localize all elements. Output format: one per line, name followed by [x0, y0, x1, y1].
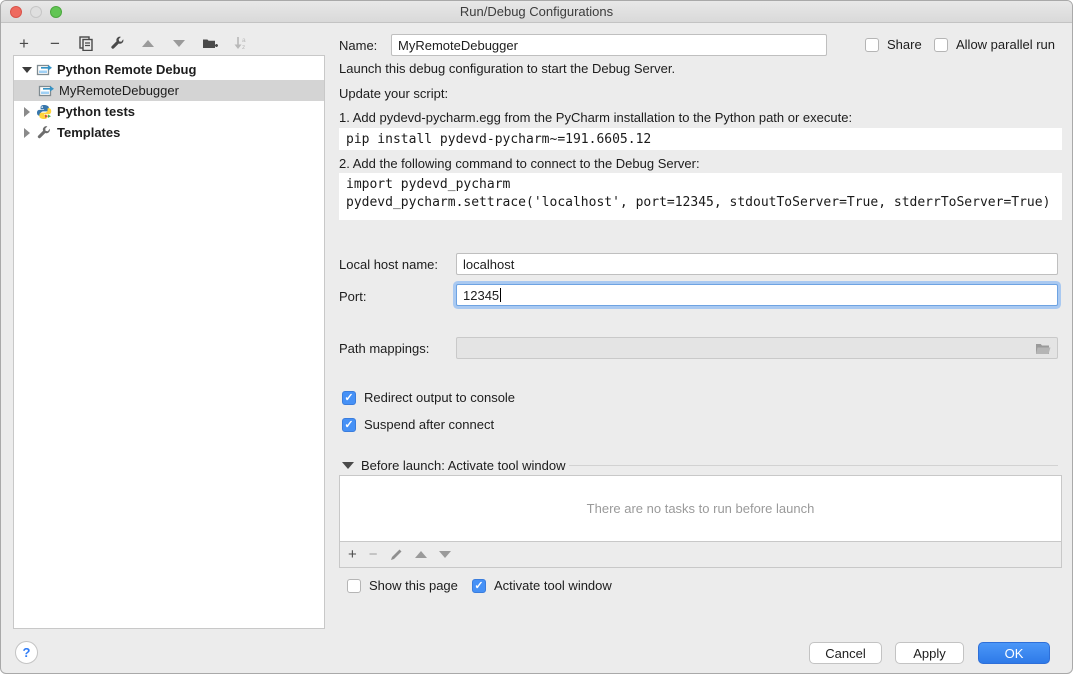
move-task-down-icon: [439, 551, 451, 558]
browse-folder-icon[interactable]: [1035, 342, 1051, 355]
intro-line-2: Update your script:: [339, 86, 448, 101]
expander-closed-icon[interactable]: [20, 128, 34, 138]
suspend-after-connect-option[interactable]: Suspend after connect: [342, 417, 494, 432]
before-launch-task-list[interactable]: There are no tasks to run before launch: [339, 475, 1062, 542]
help-button[interactable]: ?: [15, 641, 38, 664]
port-input[interactable]: 12345: [456, 284, 1058, 306]
sort-az-icon: a z: [234, 36, 248, 51]
suspend-after-connect-label: Suspend after connect: [364, 417, 494, 432]
new-folder-button[interactable]: [201, 34, 219, 52]
activate-tool-window-checkbox[interactable]: [472, 579, 486, 593]
move-down-button: [170, 34, 188, 52]
remove-task-button: −: [369, 547, 378, 562]
settrace-code: import pydevd_pycharm pydevd_pycharm.set…: [339, 173, 1062, 220]
show-this-page-checkbox[interactable]: [347, 579, 361, 593]
configurations-toolbar: + −: [15, 32, 250, 54]
cancel-button[interactable]: Cancel: [809, 642, 882, 664]
pip-install-code: pip install pydevd-pycharm~=191.6605.12: [339, 128, 1062, 150]
configurations-tree: Python Remote Debug MyRemoteDebugger Pyt…: [13, 55, 325, 629]
tree-item-label: Templates: [57, 125, 120, 140]
step-1-text: 1. Add pydevd-pycharm.egg from the PyCha…: [339, 110, 852, 125]
share-checkbox[interactable]: [865, 38, 879, 52]
name-input[interactable]: MyRemoteDebugger: [391, 34, 827, 56]
text-caret: [500, 288, 501, 302]
wrench-icon: [36, 125, 52, 141]
window-title: Run/Debug Configurations: [1, 4, 1072, 19]
section-divider: [569, 465, 1058, 466]
local-host-name-input[interactable]: localhost: [456, 253, 1058, 275]
run-debug-configurations-dialog: Run/Debug Configurations + −: [0, 0, 1073, 674]
sort-configurations-button: a z: [232, 34, 250, 52]
section-collapse-icon[interactable]: [342, 462, 354, 469]
step-2-text: 2. Add the following command to connect …: [339, 156, 700, 171]
svg-text:z: z: [242, 44, 245, 51]
allow-parallel-run-option[interactable]: Allow parallel run: [934, 37, 1055, 52]
share-label: Share: [887, 37, 922, 52]
remote-debug-icon: [38, 83, 54, 99]
svg-text:a: a: [242, 37, 246, 44]
allow-parallel-run-label: Allow parallel run: [956, 37, 1055, 52]
wrench-icon: [110, 36, 125, 51]
activate-tool-window-label: Activate tool window: [494, 578, 612, 593]
edit-task-pencil-icon: [390, 548, 403, 561]
ok-button[interactable]: OK: [978, 642, 1050, 664]
edit-defaults-button[interactable]: [108, 34, 126, 52]
before-launch-header[interactable]: Before launch: Activate tool window: [342, 458, 566, 473]
tree-item-python-tests[interactable]: Python tests: [14, 101, 324, 122]
path-mappings-label: Path mappings:: [339, 341, 429, 356]
tree-item-label: Python tests: [57, 104, 135, 119]
local-host-name-label: Local host name:: [339, 257, 438, 272]
show-this-page-label: Show this page: [369, 578, 458, 593]
tree-item-label: Python Remote Debug: [57, 62, 196, 77]
activate-tool-window-option[interactable]: Activate tool window: [472, 578, 612, 593]
minus-icon: −: [50, 35, 60, 52]
tree-item-label: MyRemoteDebugger: [59, 83, 179, 98]
copy-configuration-button[interactable]: [77, 34, 95, 52]
redirect-output-option[interactable]: Redirect output to console: [342, 390, 515, 405]
redirect-output-checkbox[interactable]: [342, 391, 356, 405]
tree-item-templates[interactable]: Templates: [14, 122, 324, 143]
arrow-down-icon: [173, 40, 185, 47]
path-mappings-input: [456, 337, 1058, 359]
move-up-button: [139, 34, 157, 52]
tree-item-python-remote-debug[interactable]: Python Remote Debug: [14, 59, 324, 80]
move-task-up-icon: [415, 551, 427, 558]
remove-configuration-button[interactable]: −: [46, 34, 64, 52]
add-configuration-button[interactable]: +: [15, 34, 33, 52]
python-tests-icon: [36, 104, 52, 120]
task-list-toolbar: + −: [339, 542, 1062, 568]
add-task-button[interactable]: +: [348, 547, 357, 562]
folder-plus-icon: [202, 36, 218, 50]
expander-closed-icon[interactable]: [20, 107, 34, 117]
show-this-page-option[interactable]: Show this page: [347, 578, 458, 593]
expander-open-icon[interactable]: [20, 67, 34, 73]
arrow-up-icon: [142, 40, 154, 47]
plus-icon: +: [19, 35, 29, 52]
suspend-after-connect-checkbox[interactable]: [342, 418, 356, 432]
redirect-output-label: Redirect output to console: [364, 390, 515, 405]
allow-parallel-run-checkbox[interactable]: [934, 38, 948, 52]
tree-item-myremotedebugger[interactable]: MyRemoteDebugger: [14, 80, 324, 101]
intro-line-1: Launch this debug configuration to start…: [339, 61, 675, 76]
share-option[interactable]: Share: [865, 37, 922, 52]
name-label: Name:: [339, 38, 377, 53]
apply-button[interactable]: Apply: [895, 642, 964, 664]
copy-icon: [79, 36, 94, 51]
remote-debug-icon: [36, 62, 52, 78]
before-launch-title: Before launch: Activate tool window: [361, 458, 566, 473]
title-bar: Run/Debug Configurations: [1, 1, 1072, 23]
port-label: Port:: [339, 289, 366, 304]
empty-tasks-text: There are no tasks to run before launch: [587, 501, 815, 516]
